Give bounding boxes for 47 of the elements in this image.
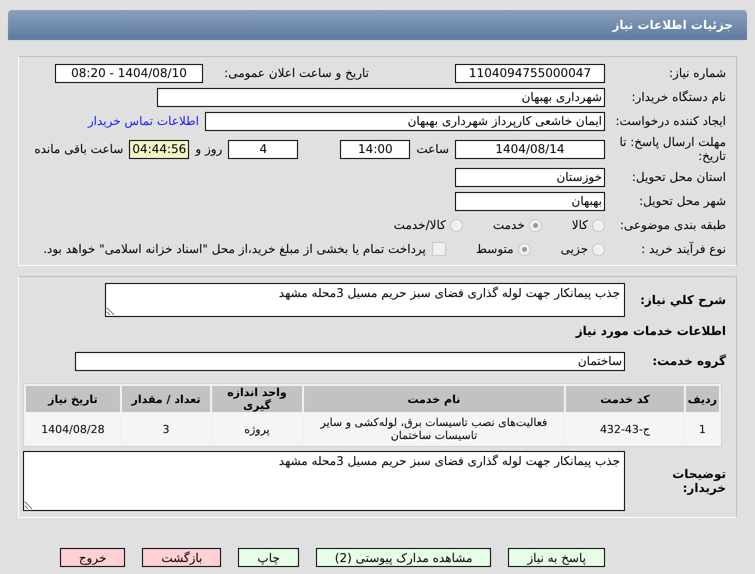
column-header: ردیف [686, 386, 719, 412]
field-label: مهلت ارسال پاسخ: تا تاریخ: [618, 135, 726, 163]
checkbox[interactable] [432, 242, 446, 256]
radio-label: کالا [572, 218, 588, 232]
time-field: 14:00 [340, 140, 410, 158]
radio-button[interactable] [592, 242, 605, 256]
field-label: روز و [195, 142, 222, 156]
action-button[interactable]: بازگشت [142, 548, 222, 567]
column-header: تعداد / مقدار [122, 386, 210, 412]
date-field: 1404/08/14 [455, 140, 605, 158]
radio-label: کالا/خدمت [394, 218, 446, 232]
radio-label: خدمت [492, 218, 525, 232]
radio-button[interactable] [528, 218, 542, 232]
radio-button[interactable] [518, 242, 531, 256]
field-label: طبقه بندی موضوعی: [618, 218, 726, 232]
radio-button[interactable] [450, 218, 463, 232]
radio-label: جزیی [560, 242, 588, 256]
field-label: گروه خدمت: [651, 354, 726, 368]
field-label: شماره نیاز: [668, 66, 726, 80]
countdown-field: 04:44:56 [129, 140, 190, 158]
field-label: استان محل تحویل: [630, 170, 726, 184]
action-button[interactable]: خروج [60, 548, 126, 567]
column-header: واحد اندازه گیری [212, 386, 302, 412]
text-area[interactable]: جذب پیمانکار جهت لوله گذاری فضای سبز حریم مسیل 3محله مشهد [105, 283, 625, 317]
radio-label: متوسط [476, 242, 514, 256]
checkbox-label: پرداخت تمام یا بخشی از مبلغ خرید،از محل "اسناد خزانه اسلامی" خواهد بود. [43, 242, 426, 256]
action-button[interactable]: چاپ [238, 548, 299, 567]
field-label: نام دستگاه خریدار: [630, 90, 726, 104]
field-label: شهر محل تحویل: [638, 194, 726, 208]
days-field: 4 [228, 140, 298, 158]
field-label: ساعت باقی مانده [34, 142, 124, 156]
field-label: شرح کلي نياز: [639, 293, 726, 307]
action-button[interactable]: مشاهده مدارک پیوستی (2) [316, 548, 492, 567]
field-label: توضیحات خریدار: [671, 467, 726, 495]
field-label: نوع فرآیند خرید : [640, 242, 726, 256]
column-header: تاریخ نیاز [26, 386, 120, 412]
action-button[interactable]: پاسخ به نیاز [508, 548, 605, 567]
section-title: اطلاعات خدمات مورد نیاز [576, 324, 726, 338]
column-header: نام خدمت [304, 386, 564, 412]
page-header: جزئیات اطلاعات نیاز [8, 10, 747, 40]
field-label: ایجاد کننده درخواست: [614, 114, 726, 128]
field-label: ساعت [416, 142, 449, 156]
column-header: کد خدمت [566, 386, 684, 412]
field-label: تاریخ و ساعت اعلان عمومی: [223, 66, 369, 80]
text-area[interactable]: جذب پیمانکار جهت لوله گذاری فضای سبز حریم مسیل 3محله مشهد [23, 451, 625, 511]
contact-link[interactable]: اطلاعات تماس خریدار [88, 114, 199, 128]
radio-button[interactable] [592, 218, 605, 232]
